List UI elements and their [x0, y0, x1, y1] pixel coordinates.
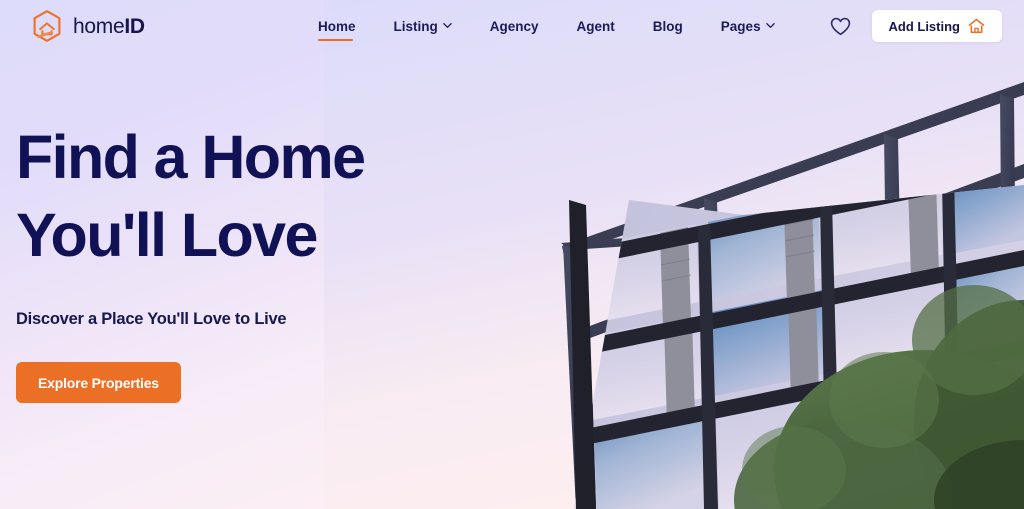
nav-item-pages[interactable]: Pages — [702, 0, 794, 52]
nav-item-agent[interactable]: Agent — [558, 0, 634, 52]
nav-item-agency[interactable]: Agency — [471, 0, 558, 52]
nav-item-label: Agency — [489, 18, 539, 34]
nav-item-label: Blog — [652, 18, 683, 34]
hero-title-line1: Find a Home — [16, 123, 366, 191]
hero-subtitle: Discover a Place You'll Love to Live — [16, 310, 287, 328]
nav-active-underline — [318, 38, 353, 41]
brand-logo[interactable]: homeID — [30, 9, 145, 43]
house-icon — [968, 18, 985, 34]
heart-icon — [830, 17, 851, 35]
explore-properties-button[interactable]: Explore Properties — [16, 362, 181, 403]
hero-content: Find a Home You'll Love Discover a Place… — [16, 118, 436, 403]
nav-item-listing[interactable]: Listing — [375, 0, 471, 52]
add-listing-label: Add Listing — [888, 18, 961, 34]
nav-item-label: Listing — [393, 18, 438, 34]
brand-name-light: home — [73, 14, 125, 38]
nav-item-home[interactable]: Home — [318, 0, 375, 52]
nav-item-label: Home — [318, 18, 356, 34]
site-header: homeID Home Listing Agency Agent Blog Pa… — [0, 0, 1024, 52]
chevron-down-icon — [765, 21, 775, 30]
favorites-button[interactable] — [828, 13, 854, 39]
hexagon-house-icon — [33, 10, 61, 42]
main-navigation: Home Listing Agency Agent Blog Pages — [318, 0, 794, 52]
header-actions: Add Listing — [828, 0, 1002, 52]
add-listing-button[interactable]: Add Listing — [871, 10, 1002, 42]
brand-name: homeID — [73, 16, 145, 37]
chevron-down-icon — [442, 21, 452, 30]
nav-item-blog[interactable]: Blog — [634, 0, 702, 52]
nav-item-label: Pages — [720, 18, 761, 34]
hero-page: homeID Home Listing Agency Agent Blog Pa… — [0, 0, 1024, 509]
nav-item-label: Agent — [576, 18, 615, 34]
brand-name-bold: ID — [124, 14, 145, 38]
hero-title-line2: You'll Love — [16, 201, 318, 269]
